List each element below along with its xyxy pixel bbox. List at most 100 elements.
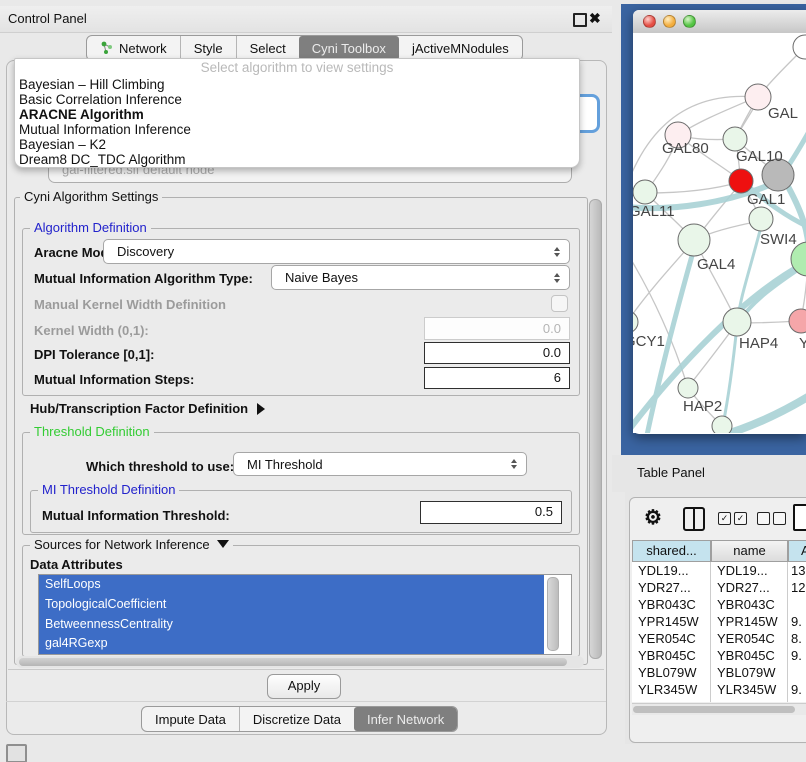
tab-jactivemnodules[interactable]: jActiveMNodules	[399, 36, 522, 60]
tab-impute-data[interactable]: Impute Data	[142, 707, 239, 731]
dpi-tolerance-label: DPI Tolerance [0,1]:	[34, 347, 154, 362]
node-gal11[interactable]	[633, 180, 657, 204]
corner-grip[interactable]	[6, 744, 27, 762]
file-icon[interactable]	[793, 504, 806, 531]
settings-hscroll[interactable]	[16, 656, 584, 668]
tab-label: Infer Network	[367, 712, 444, 727]
node-gal1[interactable]	[729, 169, 753, 193]
bottom-tabstrip: Impute Data Discretize Data Infer Networ…	[141, 706, 458, 732]
collapsed-arrow-icon	[257, 403, 265, 415]
algorithm-option[interactable]: Mutual Information Inference	[15, 122, 579, 137]
attribute-item-selected[interactable]: TopologicalCoefficient	[39, 595, 544, 615]
table-row[interactable]: YLR345WYLR345W9.	[632, 681, 806, 698]
checkbox-checked-icon[interactable]: ✓	[718, 512, 731, 525]
column-header-name[interactable]: name	[711, 540, 788, 562]
mi-algorithm-type-label: Mutual Information Algorithm Type:	[34, 271, 253, 286]
network-canvas[interactable]: GAL GAL80 GAL10 GAL1 GAL11 SWI4 GAL4 GCY…	[633, 33, 806, 433]
close-traffic-light-icon[interactable]	[643, 15, 656, 28]
node-gal4[interactable]	[678, 224, 710, 256]
node-gcy1[interactable]	[633, 311, 638, 333]
table-row[interactable]: YER054CYER054C8.	[632, 630, 806, 647]
which-threshold-combo[interactable]: MI Threshold	[233, 452, 527, 476]
table-row[interactable]: YDR27...YDR27...12	[632, 579, 806, 596]
float-window-icon[interactable]	[573, 13, 587, 27]
mi-threshold-input[interactable]: 0.5	[420, 501, 562, 524]
zoom-traffic-light-icon[interactable]	[683, 15, 696, 28]
table-body[interactable]: YDL19...YDL19...13 YDR27...YDR27...12 YB…	[632, 562, 806, 702]
checkbox-unchecked-icon[interactable]	[757, 512, 770, 525]
tab-infer-network[interactable]: Infer Network	[354, 707, 457, 731]
tab-discretize-data[interactable]: Discretize Data	[239, 707, 354, 731]
control-panel-titlebar: Control Panel ✖	[0, 6, 612, 33]
attributes-list-scrollbar[interactable]	[547, 577, 559, 651]
aracne-mode-combo[interactable]: Discovery	[103, 239, 570, 264]
tab-cyni-toolbox[interactable]: Cyni Toolbox	[299, 36, 399, 60]
mi-steps-label: Mutual Information Steps:	[34, 372, 194, 387]
table-hscroll[interactable]	[632, 703, 806, 715]
node-label: GAL80	[662, 140, 709, 157]
tab-network[interactable]: Network	[87, 36, 180, 60]
node-label: GAL1	[747, 191, 785, 208]
tab-label: Style	[194, 41, 223, 56]
columns-icon[interactable]	[683, 507, 705, 531]
node-unlabeled[interactable]	[793, 35, 806, 59]
network-window-titlebar[interactable]	[633, 10, 806, 34]
mi-algorithm-type-combo[interactable]: Naive Bayes	[271, 265, 570, 290]
sources-title: Sources for Network Inference	[34, 537, 210, 552]
attribute-item-selected[interactable]: gal4RGexp	[39, 634, 544, 654]
tab-label: Discretize Data	[253, 712, 341, 727]
mi-algorithm-type-value: Naive Bayes	[285, 270, 358, 285]
dpi-tolerance-value: 0.0	[543, 345, 561, 360]
node-label: HAP2	[683, 398, 722, 415]
table-panel-titlebar: Table Panel	[612, 455, 806, 492]
kernel-width-input: 0.0	[424, 317, 570, 340]
combo-stepper-icon	[554, 247, 560, 257]
algorithm-option[interactable]: Dream8 DC_TDC Algorithm	[15, 152, 579, 167]
node-hap2[interactable]	[678, 378, 698, 398]
sources-toggle[interactable]: Sources for Network Inference	[30, 538, 233, 552]
algorithm-option[interactable]: Basic Correlation Inference	[15, 92, 579, 107]
table-row[interactable]: YBR045CYBR045C9.	[632, 647, 806, 664]
table-hscroll-thumb[interactable]	[633, 706, 795, 713]
tab-style[interactable]: Style	[180, 36, 236, 60]
close-icon[interactable]: ✖	[589, 10, 601, 27]
tab-label: Network	[119, 41, 167, 56]
minimize-traffic-light-icon[interactable]	[663, 15, 676, 28]
hub-section-label: Hub/Transcription Factor Definition	[30, 401, 248, 416]
manual-kernel-width-checkbox[interactable]	[551, 295, 568, 312]
node-hap4[interactable]	[723, 308, 751, 336]
node-y[interactable]	[789, 309, 806, 333]
apply-button[interactable]: Apply	[267, 674, 341, 699]
settings-hscroll-thumb[interactable]	[19, 658, 567, 666]
table-row[interactable]: YIL052CYIL052C9.	[632, 698, 806, 702]
node-swi4[interactable]	[749, 207, 773, 231]
node-unlabeled[interactable]	[712, 416, 732, 433]
tab-select[interactable]: Select	[236, 36, 299, 60]
dpi-tolerance-input[interactable]: 0.0	[424, 342, 570, 364]
attribute-item-selected[interactable]: SelfLoops	[39, 575, 544, 595]
mi-steps-input[interactable]: 6	[424, 367, 570, 389]
settings-scrollbar[interactable]	[589, 199, 602, 659]
node-label: GCY1	[633, 333, 665, 350]
attribute-item-selected[interactable]: BetweennessCentrality	[39, 615, 544, 635]
table-row[interactable]: YDL19...YDL19...13	[632, 562, 806, 579]
table-row[interactable]: YBR043CYBR043C	[632, 596, 806, 613]
column-header-shared[interactable]: shared...	[632, 540, 711, 562]
algorithm-option-selected[interactable]: ARACNE Algorithm	[15, 107, 579, 122]
algorithm-option[interactable]: Bayesian – K2	[15, 137, 579, 152]
data-attributes-list[interactable]: SelfLoops TopologicalCoefficient Between…	[38, 574, 572, 655]
checkbox-checked-icon[interactable]: ✓	[734, 512, 747, 525]
aracne-mode-value: Discovery	[117, 244, 174, 259]
table-row[interactable]: YBL079WYBL079W	[632, 664, 806, 681]
algorithm-option[interactable]: Bayesian – Hill Climbing	[15, 77, 579, 92]
column-header-cut[interactable]: A	[788, 540, 806, 562]
mi-threshold-label: Mutual Information Threshold:	[42, 508, 230, 523]
hub-section-toggle[interactable]: Hub/Transcription Factor Definition	[30, 401, 265, 416]
table-row[interactable]: YPR145WYPR145W9.	[632, 613, 806, 630]
checkbox-unchecked-icon[interactable]	[773, 512, 786, 525]
control-panel-title: Control Panel	[8, 6, 87, 32]
cyni-settings-title: Cyni Algorithm Settings	[20, 190, 162, 204]
gear-icon[interactable]: ⚙	[644, 505, 662, 530]
tab-label: Impute Data	[155, 712, 226, 727]
kernel-width-value: 0.0	[543, 321, 561, 336]
